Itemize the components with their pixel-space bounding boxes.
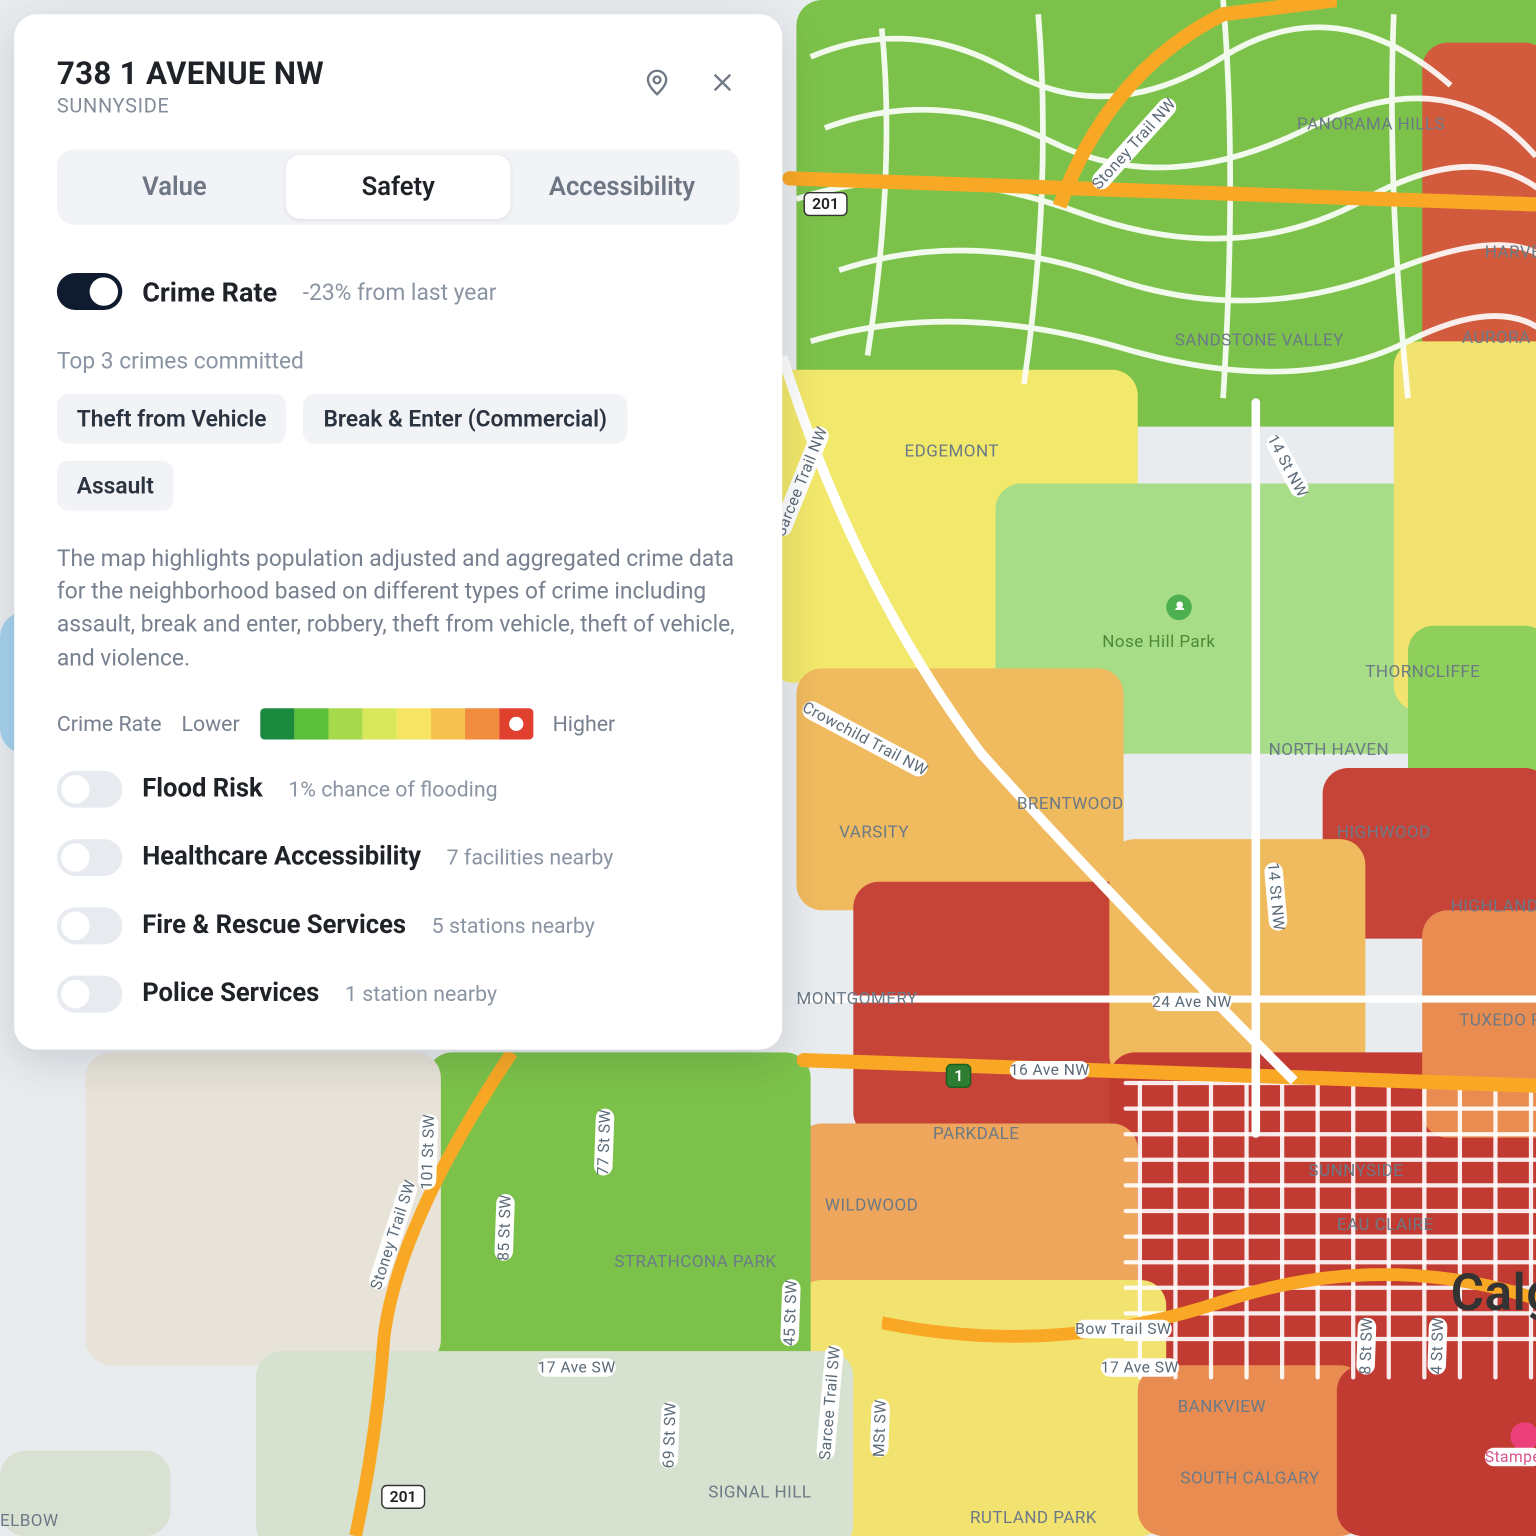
road-24ave: 24 Ave NW — [1152, 993, 1232, 1011]
toggle-crime-rate[interactable] — [57, 273, 122, 310]
road-mst: MSt SW — [870, 1399, 890, 1457]
swatch — [362, 708, 396, 739]
label-bankview: BANKVIEW — [1178, 1397, 1266, 1417]
toggle-police[interactable] — [57, 975, 122, 1012]
label-panorama: PANORAMA HILLS — [1297, 114, 1445, 134]
legend: Crime Rate Lower Higher — [57, 708, 740, 739]
label-sunnyside: SUNNYSIDE — [1308, 1161, 1403, 1181]
swatch — [464, 708, 498, 739]
legend-low: Lower — [181, 711, 239, 737]
fire-sub: 5 stations nearby — [432, 913, 595, 939]
label-thorncliffe: THORNCLIFFE — [1365, 661, 1480, 681]
road-4st: 4 St SW — [1427, 1317, 1447, 1375]
label-sandstone: SANDSTONE VALLEY — [1175, 330, 1317, 350]
road-17ave: 17 Ave SW — [538, 1358, 616, 1376]
label-elbow: ELBOW — [0, 1510, 59, 1530]
road-17ave-b: 17 Ave SW — [1101, 1358, 1179, 1376]
road-77st: 77 St SW — [594, 1109, 615, 1176]
swatch — [260, 708, 294, 739]
crime-chip: Assault — [57, 461, 174, 511]
crime-chip: Theft from Vehicle — [57, 394, 287, 444]
label-nosehill: Nose Hill Park — [1102, 631, 1215, 651]
info-panel: 738 1 AVENUE NW SUNNYSIDE Value Safety A… — [14, 14, 782, 1049]
label-eauclaire: EAU CLAIRE — [1337, 1215, 1434, 1235]
hwy-shield-1: 1 — [946, 1064, 972, 1088]
road-16ave: 16 Ave NW — [1010, 1061, 1090, 1079]
hwy-shield-201-b: 201 — [381, 1485, 425, 1509]
tab-value[interactable]: Value — [63, 155, 287, 219]
police-title: Police Services — [142, 979, 319, 1009]
swatch — [430, 708, 464, 739]
poi-pink-icon — [1510, 1422, 1536, 1450]
hwy-shield-201: 201 — [804, 192, 848, 216]
swatch — [328, 708, 362, 739]
city-label: Calga — [1451, 1263, 1536, 1323]
health-sub: 7 facilities nearby — [447, 844, 614, 870]
label-strathcona: STRATHCONA PARK — [614, 1252, 770, 1272]
road-69st: 69 St SW — [659, 1402, 680, 1469]
fire-title: Fire & Rescue Services — [142, 911, 406, 941]
label-wildwood: WILDWOOD — [825, 1195, 918, 1215]
label-northhaven: NORTH HAVEN — [1269, 740, 1354, 760]
label-tuxedo: TUXEDO PARK — [1459, 1010, 1536, 1030]
flood-sub: 1% chance of flooding — [288, 776, 497, 802]
swatch — [499, 708, 533, 739]
road-bowtrail: Bow Trail SW — [1075, 1320, 1171, 1338]
road-stamp: Stampe — [1485, 1448, 1536, 1466]
legend-high: Higher — [553, 711, 616, 737]
flood-title: Flood Risk — [142, 774, 263, 804]
swatch — [294, 708, 328, 739]
tab-bar: Value Safety Accessibility — [57, 149, 740, 224]
top-crimes-label: Top 3 crimes committed — [57, 347, 740, 374]
label-brentwood: BRENTWOOD — [1017, 794, 1124, 814]
label-highwood: HIGHWOOD — [1337, 822, 1431, 842]
toggle-health[interactable] — [57, 839, 122, 876]
label-harvest: HARVEST HILLS — [1485, 242, 1536, 262]
label-rutland: RUTLAND PARK — [970, 1508, 1097, 1528]
location-pin-icon[interactable] — [640, 65, 674, 99]
road-101st: 101 St SW — [417, 1114, 438, 1190]
crime-rate-title: Crime Rate — [142, 275, 277, 308]
toggle-flood[interactable] — [57, 770, 122, 807]
label-varsity: VARSITY — [839, 822, 909, 842]
crime-chip: Break & Enter (Commercial) — [304, 394, 627, 444]
police-sub: 1 station nearby — [345, 981, 497, 1007]
legend-title: Crime Rate — [57, 711, 162, 737]
label-southcal: SOUTH CALGARY — [1180, 1468, 1294, 1488]
road-8st: 8 St SW — [1356, 1317, 1376, 1375]
address-neighborhood: SUNNYSIDE — [57, 95, 324, 118]
tab-accessibility[interactable]: Accessibility — [510, 155, 734, 219]
health-title: Healthcare Accessibility — [142, 842, 421, 872]
description-text: The map highlights population adjusted a… — [57, 542, 740, 674]
top-crimes-chips: Theft from Vehicle Break & Enter (Commer… — [57, 394, 740, 511]
crime-rate-delta: -23% from last year — [303, 278, 497, 305]
label-highland: HIGHLAND PARK — [1451, 896, 1536, 916]
swatch — [396, 708, 430, 739]
address-line1: 738 1 AVENUE NW — [57, 57, 324, 93]
park-icon — [1166, 594, 1192, 620]
toggle-fire[interactable] — [57, 907, 122, 944]
close-icon[interactable] — [705, 65, 739, 99]
label-parkdale: PARKDALE — [933, 1124, 1019, 1144]
label-montgomery: MONTGOMERY — [796, 988, 917, 1008]
legend-swatches — [260, 708, 533, 739]
road-85st: 85 St SW — [494, 1194, 515, 1261]
road-45st: 45 St SW — [780, 1279, 801, 1346]
tab-safety[interactable]: Safety — [286, 155, 510, 219]
label-edgemont: EDGEMONT — [905, 441, 999, 461]
label-aurora: AURORA BUSINESS PARK — [1462, 327, 1536, 347]
label-signal: SIGNAL HILL — [708, 1482, 808, 1502]
